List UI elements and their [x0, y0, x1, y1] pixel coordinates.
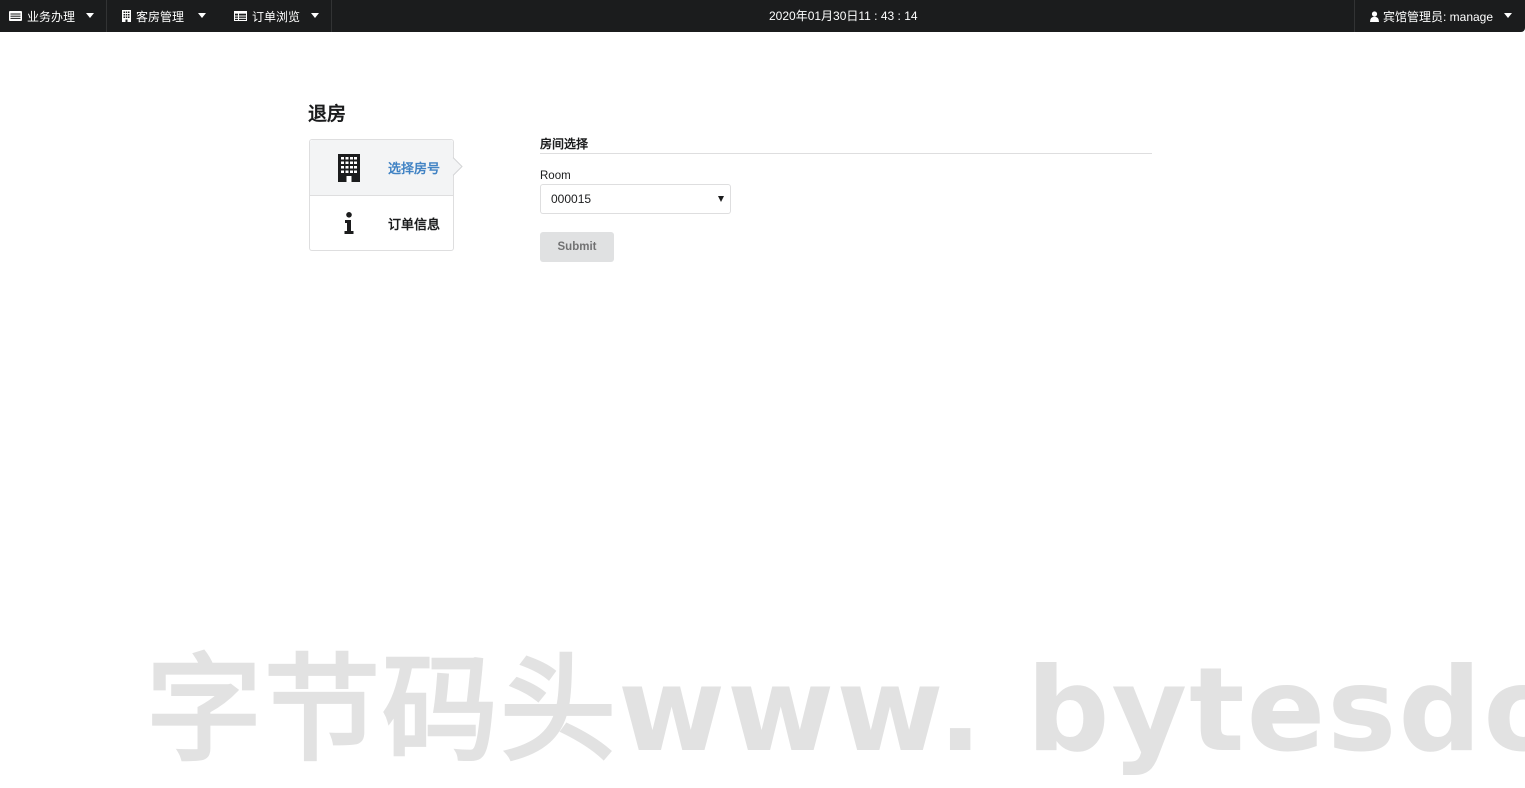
menu-orders-label: 订单浏览: [252, 9, 301, 24]
table-icon: [234, 11, 247, 21]
room-selection-header: 房间选择: [540, 137, 1152, 154]
menu-divider: [1354, 0, 1355, 32]
room-field-label: Room: [540, 170, 571, 182]
top-menu-bar: 业务办理 客房管理 订单浏览 2020年01月30日11: 43: 14 宾…: [0, 0, 1525, 32]
building-icon: [310, 153, 388, 182]
menu-divider: [331, 0, 332, 32]
room-select[interactable]: 000015: [540, 184, 731, 214]
chevron-down-icon: [311, 13, 319, 18]
user-menu-label: 宾馆管理员: manage: [1383, 9, 1494, 24]
menu-rooms[interactable]: 客房管理: [113, 0, 218, 32]
chevron-down-icon: [1504, 13, 1512, 18]
menu-business-label: 业务办理: [27, 9, 76, 24]
checkout-steps: 选择房号 订单信息: [309, 139, 454, 251]
user-menu[interactable]: 宾馆管理员: manage: [1361, 0, 1521, 32]
menu-divider: [106, 0, 107, 32]
menu-rooms-label: 客房管理: [136, 9, 185, 24]
submit-button[interactable]: Submit: [540, 232, 614, 262]
watermark: 字节码头www. bytesdock.: [146, 646, 1525, 776]
step-select-room-label: 选择房号: [388, 161, 441, 176]
list-icon: [9, 11, 22, 21]
building-icon: [122, 10, 131, 22]
current-datetime: 2020年01月30日11 : 43 : 14: [769, 9, 918, 23]
info-icon: [310, 212, 388, 234]
dropdown-arrow-icon: [718, 196, 724, 202]
chevron-down-icon: [198, 13, 206, 18]
step-order-info[interactable]: 订单信息: [310, 195, 453, 250]
chevron-down-icon: [86, 13, 94, 18]
step-order-info-label: 订单信息: [388, 216, 441, 232]
menu-business[interactable]: 业务办理: [0, 0, 106, 32]
user-icon: [1370, 10, 1379, 22]
menu-orders[interactable]: 订单浏览: [225, 0, 331, 32]
page-title: 退房: [308, 104, 347, 125]
step-select-room[interactable]: 选择房号: [310, 140, 453, 195]
room-select-value: 000015: [551, 192, 592, 206]
